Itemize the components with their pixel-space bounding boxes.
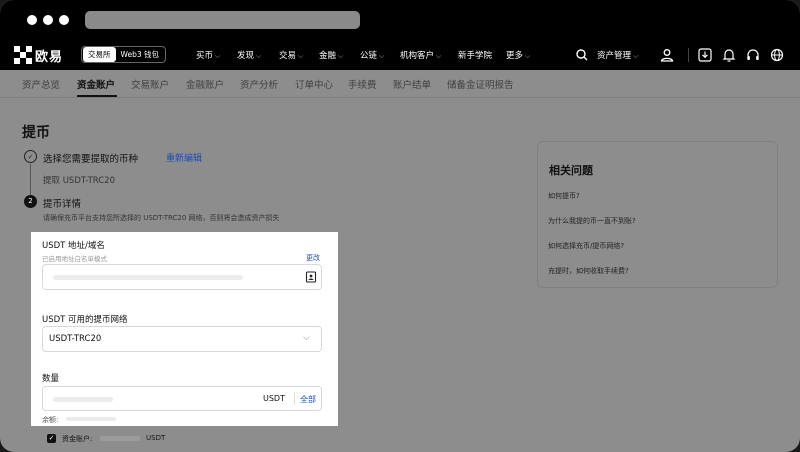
nav-label: 买币 — [196, 51, 214, 61]
step-connector — [30, 164, 31, 195]
window-minimize-dot[interactable] — [43, 15, 53, 25]
amount-unit: USDT — [263, 394, 285, 403]
nav-item-institutional[interactable]: 机构客户 ⌵ — [400, 49, 441, 61]
step2-warning: 请确保充币平台支持您所选择的 USDT-TRC20 网络，否则将会造成资产损失 — [43, 214, 280, 222]
faq-item-fees[interactable]: 充提时，如何收取手续费? — [548, 266, 629, 276]
funding-account-label: 资金账户: — [62, 435, 93, 443]
chevron-down-icon: ⌵ — [256, 52, 262, 60]
tab-fees[interactable]: 手续费 — [348, 77, 377, 91]
mode-web3-tab[interactable]: Web3 钱包 — [116, 47, 165, 62]
funding-account-checkbox[interactable]: ✓ — [47, 434, 56, 443]
funding-unit: USDT — [146, 434, 166, 442]
top-navigation: 欧易 交易所 Web3 钱包 买币 ⌵ 发现 ⌵ 交易 ⌵ 金融 ⌵ 公链 ⌵ 机构客户 ⌵… — [0, 40, 800, 70]
headset-icon[interactable] — [745, 47, 761, 63]
address-input[interactable] — [42, 264, 322, 290]
address-change-link[interactable]: 更改 — [306, 253, 320, 263]
balance-value-masked — [66, 417, 116, 421]
nav-item-academy[interactable]: 新手学院 — [458, 49, 492, 61]
address-label: USDT 地址/域名 — [42, 241, 105, 251]
page-title: 提币 — [22, 125, 50, 141]
tab-funding-account[interactable]: 资金账户 — [77, 77, 115, 91]
search-icon[interactable] — [574, 47, 590, 63]
bell-icon[interactable] — [721, 47, 737, 63]
max-amount-button[interactable]: 全部 — [300, 394, 316, 405]
step1-check-icon: ✓ — [24, 150, 37, 163]
okx-logo[interactable]: 欧易 — [14, 46, 64, 65]
window-maximize-dot[interactable] — [59, 15, 69, 25]
tab-order-center[interactable]: 订单中心 — [295, 77, 333, 91]
address-whitelist-hint: 已启用地址白名单模式 — [42, 255, 107, 263]
step1-title: 选择您需要提取的币种 — [43, 154, 139, 165]
chevron-down-icon: ⌵ — [215, 52, 221, 60]
logo-text: 欧易 — [35, 49, 64, 65]
faq-title: 相关问题 — [549, 164, 593, 177]
chevron-down-icon: ⌵ — [525, 52, 531, 60]
chevron-down-icon: ⌵ — [338, 52, 344, 60]
amount-value-masked — [53, 397, 113, 402]
reedit-link[interactable]: 重新编辑 — [166, 151, 202, 164]
browser-titlebar — [0, 0, 800, 40]
nav-divider — [688, 48, 689, 62]
nav-label: 公链 — [360, 51, 378, 61]
chevron-down-icon: ⌵ — [379, 52, 385, 60]
step2-number-badge: 2 — [24, 195, 37, 208]
address-bar[interactable] — [85, 11, 360, 29]
nav-item-trade[interactable]: 交易 ⌵ — [279, 49, 303, 61]
chevron-down-icon: ⌵ — [436, 52, 442, 60]
nav-label: 资产管理 — [597, 51, 632, 61]
funding-balance-masked — [100, 436, 140, 441]
nav-label: 发现 — [237, 51, 255, 61]
chevron-down-icon: ⌵ — [298, 52, 304, 60]
chevron-down-icon: ⌵ — [303, 333, 310, 343]
nav-asset-management[interactable]: 资产管理 ⌵ — [597, 49, 638, 61]
tab-trading-account[interactable]: 交易账户 — [131, 77, 169, 91]
browser-window: 欧易 交易所 Web3 钱包 买币 ⌵ 发现 ⌵ 交易 ⌵ 金融 ⌵ 公链 ⌵ 机构客户 ⌵… — [0, 0, 800, 452]
mode-exchange-tab[interactable]: 交易所 — [83, 47, 116, 62]
nav-label: 交易 — [279, 51, 297, 61]
amount-label: 数量 — [42, 374, 60, 384]
balance-label: 余额: — [42, 416, 59, 424]
mode-switch: 交易所 Web3 钱包 — [81, 46, 167, 63]
logo-mark-icon — [14, 46, 32, 64]
faq-item-not-received[interactable]: 为什么我提的币一直不到账? — [548, 216, 636, 226]
network-select[interactable]: USDT-TRC20 ⌵ — [42, 326, 322, 352]
network-label: USDT 可用的提币网络 — [42, 315, 128, 325]
tab-statements[interactable]: 账户结单 — [393, 77, 431, 91]
user-icon[interactable] — [659, 47, 675, 63]
address-book-icon[interactable] — [305, 271, 317, 283]
nav-item-more[interactable]: 更多 ⌵ — [506, 49, 530, 61]
chevron-down-icon: ⌵ — [633, 52, 639, 60]
related-questions-card: 相关问题 如何提币? 为什么我提的币一直不到账? 如何选择充币/提币网络? 充提… — [537, 141, 778, 288]
nav-label: 新手学院 — [458, 51, 493, 61]
nav-item-discover[interactable]: 发现 ⌵ — [237, 49, 261, 61]
tab-asset-analysis[interactable]: 资产分析 — [240, 77, 278, 91]
faq-item-how-to-withdraw[interactable]: 如何提币? — [548, 191, 580, 201]
nav-label: 机构客户 — [400, 51, 435, 61]
tab-asset-overview[interactable]: 资产总览 — [22, 77, 60, 91]
address-value-masked — [53, 275, 243, 280]
nav-label: 更多 — [506, 51, 524, 61]
withdraw-form-panel: USDT 地址/域名 已启用地址白名单模式 更改 USDT 可用的提币网络 US… — [31, 232, 338, 426]
nav-label: 金融 — [319, 51, 337, 61]
window-close-dot[interactable] — [27, 15, 37, 25]
step1-selected-coin: 提取 USDT-TRC20 — [43, 176, 115, 186]
amount-input[interactable]: USDT 全部 — [42, 386, 322, 411]
download-icon[interactable] — [697, 47, 713, 63]
nav-item-chain[interactable]: 公链 ⌵ — [360, 49, 384, 61]
tab-proof-of-reserves[interactable]: 储备金证明报告 — [447, 77, 514, 91]
active-tab-indicator — [77, 95, 117, 97]
account-subtabs: 资产总览 资金账户 交易账户 金融账户 资产分析 订单中心 手续费 账户结单 储… — [0, 70, 800, 98]
nav-item-buy-crypto[interactable]: 买币 ⌵ — [196, 49, 220, 61]
step2-title: 提币详情 — [43, 199, 82, 210]
faq-item-choose-network[interactable]: 如何选择充币/提币网络? — [548, 241, 624, 251]
nav-item-finance[interactable]: 金融 ⌵ — [319, 49, 343, 61]
amount-divider — [294, 392, 295, 405]
network-selected-value: USDT-TRC20 — [49, 334, 102, 344]
tab-earn-account[interactable]: 金融账户 — [186, 77, 224, 91]
globe-icon[interactable] — [769, 47, 785, 63]
